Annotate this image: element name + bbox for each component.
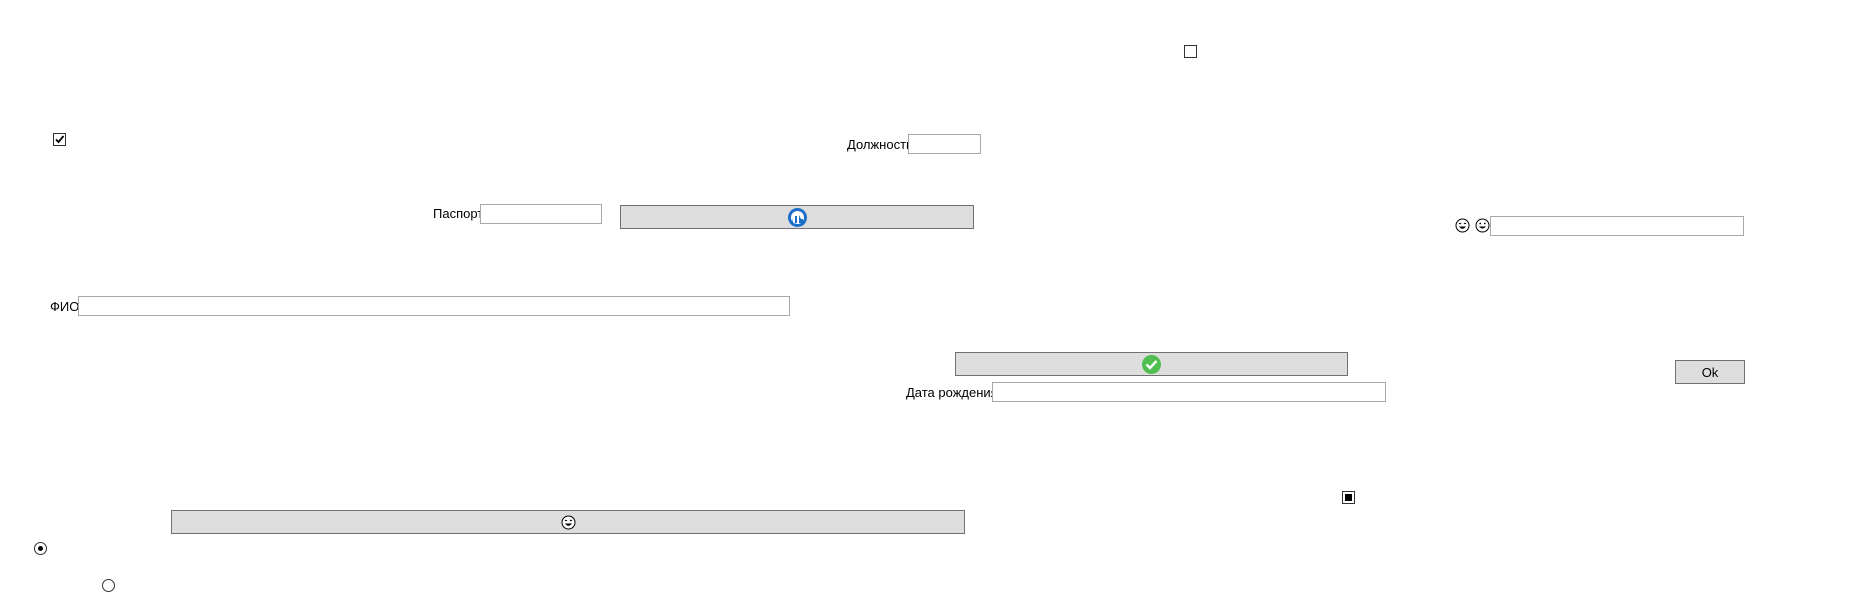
fio-field[interactable] — [78, 296, 790, 316]
check-circle-icon — [1142, 354, 1161, 374]
position-field[interactable] — [908, 134, 981, 154]
refresh-icon — [787, 207, 807, 227]
left-checkbox[interactable] — [53, 133, 66, 146]
top-checkbox[interactable] — [1184, 45, 1197, 58]
fio-label: ФИО — [50, 299, 80, 314]
indeterminate-mark — [1345, 494, 1352, 501]
refresh-button[interactable] — [620, 205, 974, 229]
birthdate-label: Дата рождения — [906, 385, 998, 400]
position-label: Должность — [847, 137, 913, 152]
mid-checkbox[interactable] — [1342, 491, 1355, 504]
radio-option-1[interactable] — [34, 542, 47, 555]
passport-field[interactable] — [480, 204, 602, 224]
emoji-button[interactable] — [171, 510, 965, 534]
passport-label: Паспорт — [433, 206, 484, 221]
birthdate-field[interactable] — [992, 382, 1386, 402]
checkmark-icon — [55, 135, 65, 144]
laughing-emoji-icon — [1455, 218, 1470, 233]
ok-button[interactable]: Ok — [1675, 360, 1745, 384]
grinning-emoji-icon — [1475, 218, 1490, 233]
laughing-emoji-icon — [561, 515, 575, 529]
ok-button-label: Ok — [1701, 364, 1719, 380]
emoji-field[interactable] — [1490, 216, 1744, 236]
confirm-button[interactable] — [955, 352, 1348, 376]
radio-option-2[interactable] — [102, 579, 115, 592]
radio-selected-dot — [38, 546, 43, 551]
